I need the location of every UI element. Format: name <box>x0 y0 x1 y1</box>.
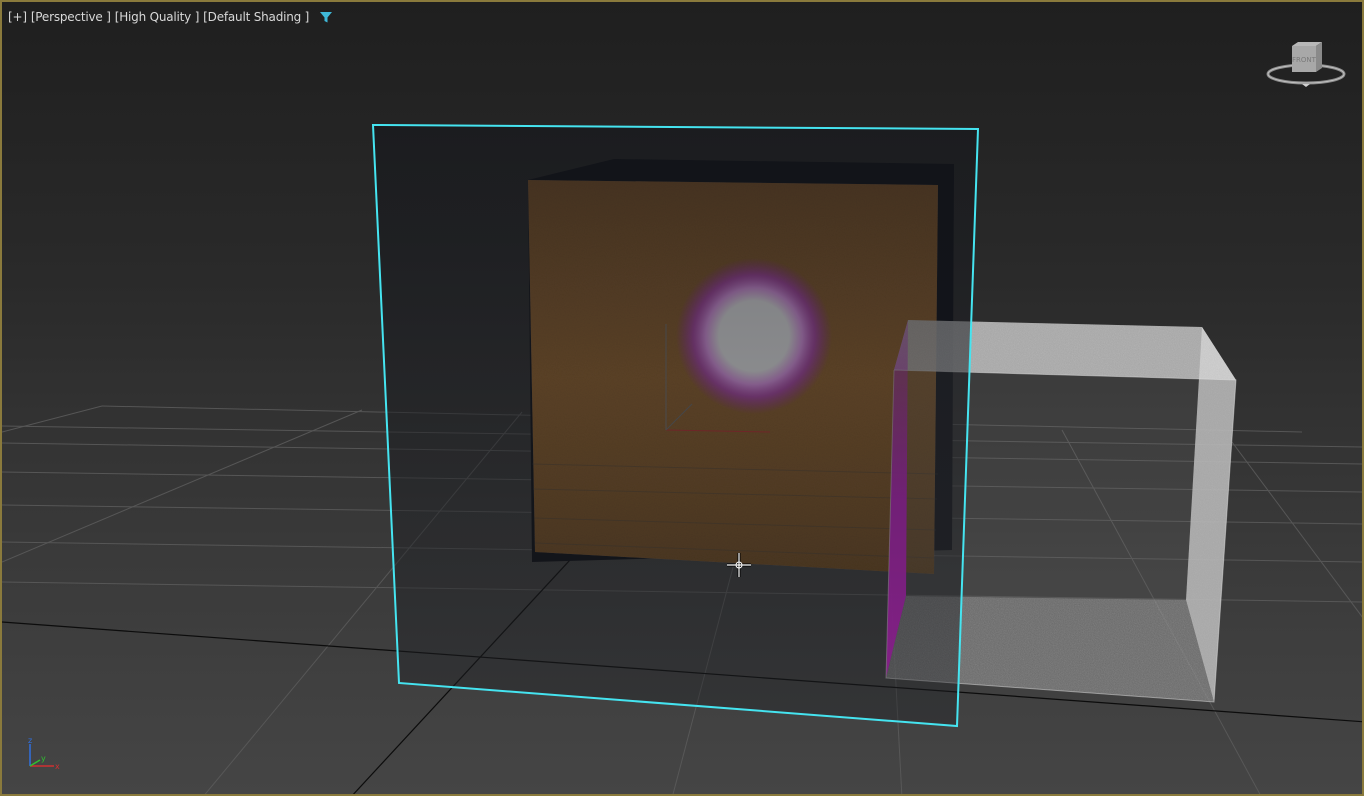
selected-plane[interactable] <box>371 123 980 728</box>
viewport-label-menu: [+] [Perspective ] [High Quality ] [Defa… <box>8 10 333 24</box>
viewport-shading-menu[interactable]: [Default Shading ] <box>203 10 309 24</box>
move-cursor-icon <box>727 553 751 577</box>
viewcube-front-label: FRONT <box>1292 56 1317 64</box>
scene-canvas[interactable] <box>2 2 1364 796</box>
axis-tripod-icon: z y x <box>28 736 60 771</box>
viewport-plus-menu[interactable]: [+] <box>8 10 27 24</box>
viewport-view-menu[interactable]: [Perspective ] <box>31 10 111 24</box>
axis-z-label: z <box>28 736 32 745</box>
filter-icon[interactable] <box>319 10 333 24</box>
axis-y-label: y <box>41 754 46 763</box>
viewport-quality-menu[interactable]: [High Quality ] <box>115 10 200 24</box>
axis-x-label: x <box>55 762 60 771</box>
perspective-viewport[interactable]: [+] [Perspective ] [High Quality ] [Defa… <box>0 0 1364 796</box>
viewcube-icon[interactable]: FRONT <box>1266 40 1346 90</box>
